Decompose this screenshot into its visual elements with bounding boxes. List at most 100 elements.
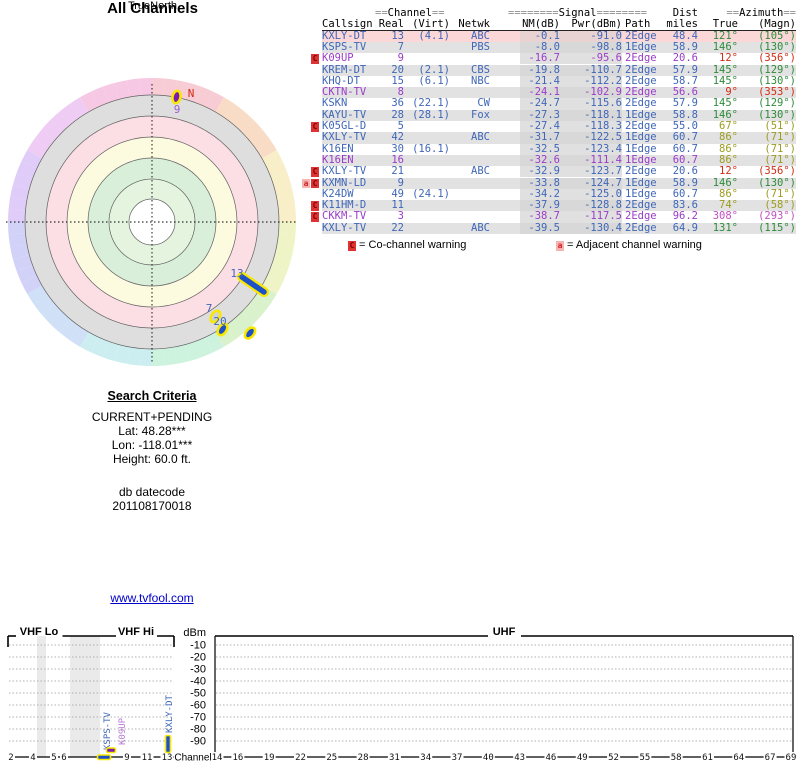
adjacent-channel-badge: a bbox=[302, 178, 310, 188]
table-row: KXLY-TV 22 ABC -39.5 -130.4 2Edge 64.9 131° (115… bbox=[322, 221, 796, 234]
cell-virt: (6.1) bbox=[418, 74, 450, 87]
cell-netwk: CW bbox=[477, 97, 490, 110]
cell-nm: -16.7 bbox=[520, 52, 560, 65]
y-tick-label: -30 bbox=[190, 664, 206, 676]
co-channel-badge: C bbox=[311, 54, 319, 64]
cell-virt bbox=[404, 200, 450, 211]
x-tick-label: 13 bbox=[162, 753, 173, 763]
cell-real: 42 bbox=[391, 131, 404, 144]
cell-path: 2Edge bbox=[625, 165, 657, 178]
cell-miles: 20.6 bbox=[672, 165, 698, 178]
db-datecode-label: db datecode bbox=[118, 485, 186, 499]
column-header-magn: (Magn) bbox=[758, 18, 796, 31]
warning-badges: C bbox=[300, 167, 319, 177]
cell-real: 36 bbox=[391, 97, 404, 110]
cell-netwk: NBC bbox=[471, 74, 490, 87]
legend-text: = Co-channel warning bbox=[356, 239, 467, 251]
y-tick-label: -20 bbox=[190, 652, 206, 664]
cell-virt bbox=[404, 211, 450, 222]
cell-pwr: -95.6 bbox=[560, 52, 622, 65]
cell-magn: (115°) bbox=[758, 221, 796, 234]
cell-netwk bbox=[452, 200, 490, 211]
x-axis-title: Channel bbox=[174, 753, 211, 764]
cell-virt bbox=[404, 53, 450, 64]
station-label-kxly-dt: KXLY-DT bbox=[165, 694, 175, 733]
search-lat: Lat: 48.28*** bbox=[118, 424, 186, 438]
cell-path: 1Edge bbox=[625, 131, 657, 144]
cell-nm: -38.7 bbox=[520, 211, 560, 223]
column-header-nmdb: NM(dB) bbox=[522, 18, 560, 31]
unused-spectrum-band bbox=[70, 636, 100, 757]
cell-miles: 96.2 bbox=[672, 210, 698, 223]
cell-true: 12° bbox=[719, 165, 738, 178]
y-axis-title: dBm bbox=[183, 627, 206, 639]
site-link-wrap: www.tvfool.com bbox=[27, 591, 277, 605]
legend-text: = Adjacent channel warning bbox=[564, 239, 702, 251]
compass-ring-segment bbox=[152, 348, 165, 366]
marker-label-13: 13 bbox=[230, 267, 243, 280]
compass-ring-segment bbox=[139, 348, 152, 366]
x-tick-label: 61 bbox=[702, 753, 713, 763]
x-tick-label: 43 bbox=[514, 753, 525, 763]
cell-virt: (4.1) bbox=[418, 29, 450, 42]
cell-pwr: -115.6 bbox=[560, 98, 622, 110]
cell-nm: -32.9 bbox=[520, 165, 560, 178]
co-channel-badge: C bbox=[311, 178, 319, 188]
cell-miles: 57.9 bbox=[672, 97, 698, 110]
co-channel-badge: C bbox=[311, 212, 319, 222]
warning-badges: C bbox=[300, 122, 319, 132]
search-criteria-lines: CURRENT+PENDING Lat: 48.28*** Lon: -118.… bbox=[27, 410, 277, 466]
marker-label-20: 20 bbox=[213, 315, 226, 328]
adjacent-channel-badge: a bbox=[556, 241, 564, 251]
table-row: K09UP 9 -16.7 -95.6 2Edge 20.6 12° (356°) bbox=[322, 52, 796, 65]
warning-badges: C bbox=[300, 212, 319, 222]
x-tick-label: 49 bbox=[577, 753, 588, 763]
cell-true: 86° bbox=[719, 131, 738, 144]
cell-true: 131° bbox=[712, 221, 738, 234]
x-tick-label: 2 bbox=[8, 753, 13, 763]
x-tick-label: 67 bbox=[765, 753, 776, 763]
cell-netwk bbox=[452, 53, 490, 64]
x-tick-label: 4 bbox=[30, 753, 35, 763]
cell-true: 145° bbox=[712, 97, 738, 110]
cell-virt bbox=[404, 166, 450, 177]
x-tick-label: 6 bbox=[61, 753, 66, 763]
column-header-netwk: Netwk bbox=[458, 18, 490, 31]
y-tick-label: -90 bbox=[190, 736, 206, 748]
cell-virt: (22.1) bbox=[412, 97, 450, 110]
cell-virt bbox=[404, 121, 450, 132]
station-marker-k09up bbox=[105, 747, 117, 754]
db-datecode-value: 201108170018 bbox=[112, 498, 192, 513]
tvfool-link[interactable]: www.tvfool.com bbox=[110, 591, 193, 605]
cell-magn: (356°) bbox=[758, 165, 796, 178]
band-label: VHF Hi bbox=[118, 626, 154, 638]
cell-miles: 60.7 bbox=[672, 131, 698, 144]
unused-spectrum-band bbox=[37, 636, 46, 757]
cell-netwk bbox=[452, 144, 490, 155]
y-tick-label: -40 bbox=[190, 676, 206, 688]
cell-virt bbox=[404, 155, 450, 166]
cell-virt: (16.1) bbox=[412, 142, 450, 155]
cell-nm: -31.7 bbox=[520, 131, 560, 144]
x-tick-label: 28 bbox=[358, 753, 369, 763]
warning-badges: aC bbox=[300, 178, 319, 188]
x-tick-label: 40 bbox=[483, 753, 494, 763]
cell-miles: 20.6 bbox=[672, 52, 698, 65]
cell-miles: 64.9 bbox=[672, 221, 698, 234]
warning-badges: C bbox=[300, 54, 319, 64]
x-tick-label: 31 bbox=[389, 753, 400, 763]
x-tick-label: 5 bbox=[51, 753, 56, 763]
station-table: ==Channel== ========Signal======== Dist ==A… bbox=[0, 0, 800, 260]
marker-label-7: 7 bbox=[206, 302, 213, 315]
x-tick-label: 69 bbox=[786, 753, 797, 763]
cell-path: 2Edge bbox=[625, 97, 657, 110]
cell-netwk: ABC bbox=[471, 165, 490, 178]
cell-virt: (24.1) bbox=[412, 187, 450, 200]
table-row: CKKM-TV 3 -38.7 -117.5 2Edge 96.2 308° (293°) bbox=[322, 210, 796, 223]
station-label-k09up: K09UP bbox=[118, 717, 128, 745]
x-tick-label: 37 bbox=[452, 753, 463, 763]
legend-item: C = Co-channel warning bbox=[348, 239, 467, 251]
search-criteria-heading: Search Criteria bbox=[107, 389, 197, 403]
cell-magn: (293°) bbox=[758, 210, 796, 223]
tvfool-report: N 9 13 7 20 All Channels TrueNorth Search Cr… bbox=[0, 0, 800, 768]
